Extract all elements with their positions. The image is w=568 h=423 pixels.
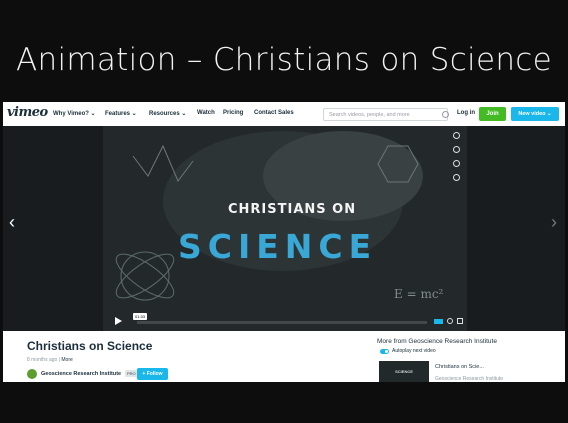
video-title-text: CHRISTIANS ON	[228, 202, 357, 217]
nav-pricing[interactable]: Pricing	[223, 110, 243, 116]
video-title: Christians on Science	[27, 339, 153, 353]
nav-features[interactable]: Features ⌄	[105, 110, 137, 117]
pro-badge: PRO	[125, 370, 138, 377]
play-icon[interactable]	[115, 317, 122, 325]
thumbnail-text: SCIENCE	[395, 369, 413, 374]
more-link[interactable]: More	[61, 357, 72, 363]
video-meta: 8 months ago | More	[27, 357, 73, 363]
time-indicator: 01:33	[133, 313, 148, 320]
volume-icon[interactable]	[434, 319, 443, 324]
nav-why-vimeo[interactable]: Why Vimeo? ⌄	[53, 110, 96, 117]
autoplay-label: Autoplay next video	[392, 348, 436, 354]
autoplay-toggle[interactable]	[380, 349, 389, 354]
video-info-panel: Christians on Science 8 months ago | Mor…	[3, 331, 565, 382]
video-science-text: SCIENCE	[178, 227, 378, 266]
related-owner[interactable]: Geoscience Research Institute	[435, 376, 503, 382]
share-icon[interactable]	[453, 174, 460, 181]
related-heading: More from Geoscience Research Institute	[377, 338, 497, 345]
slide: Animation – Christians on Science vimeo …	[0, 0, 568, 423]
slide-title: Animation – Christians on Science	[15, 42, 552, 78]
search-input[interactable]: Search videos, people, and more	[323, 108, 448, 121]
nav-watch[interactable]: Watch	[197, 110, 215, 116]
vimeo-screenshot: vimeo Why Vimeo? ⌄ Features ⌄ Resources …	[3, 102, 565, 382]
like-icon[interactable]	[453, 132, 460, 139]
upload-age: 8 months ago	[27, 357, 58, 363]
next-arrow-icon[interactable]: ›	[551, 212, 557, 233]
previous-arrow-icon[interactable]: ‹	[9, 212, 15, 233]
player-side-actions	[453, 132, 463, 188]
player-controls: 01:33	[103, 312, 467, 331]
follow-button[interactable]: + Follow	[137, 368, 168, 380]
formula-text: E = mc²	[394, 287, 444, 301]
login-link[interactable]: Log in	[457, 110, 475, 116]
collections-icon[interactable]	[453, 160, 460, 167]
progress-bar[interactable]	[137, 321, 427, 324]
top-navigation: vimeo Why Vimeo? ⌄ Features ⌄ Resources …	[3, 102, 565, 127]
settings-icon[interactable]	[447, 318, 453, 324]
search-icon[interactable]	[442, 111, 449, 118]
watch-later-icon[interactable]	[453, 146, 460, 153]
related-thumbnail[interactable]: SCIENCE	[379, 361, 429, 382]
related-title[interactable]: Christians on Scie...	[435, 364, 484, 370]
nav-resources[interactable]: Resources ⌄	[149, 110, 186, 117]
new-video-button[interactable]: New video ⌄	[511, 107, 559, 121]
vimeo-logo[interactable]: vimeo	[7, 105, 48, 120]
owner-name[interactable]: Geoscience Research Institute	[41, 371, 121, 377]
fullscreen-icon[interactable]	[457, 318, 463, 324]
nav-contact-sales[interactable]: Contact Sales	[254, 110, 294, 116]
avatar[interactable]	[27, 369, 37, 379]
join-button[interactable]: Join	[479, 107, 506, 121]
